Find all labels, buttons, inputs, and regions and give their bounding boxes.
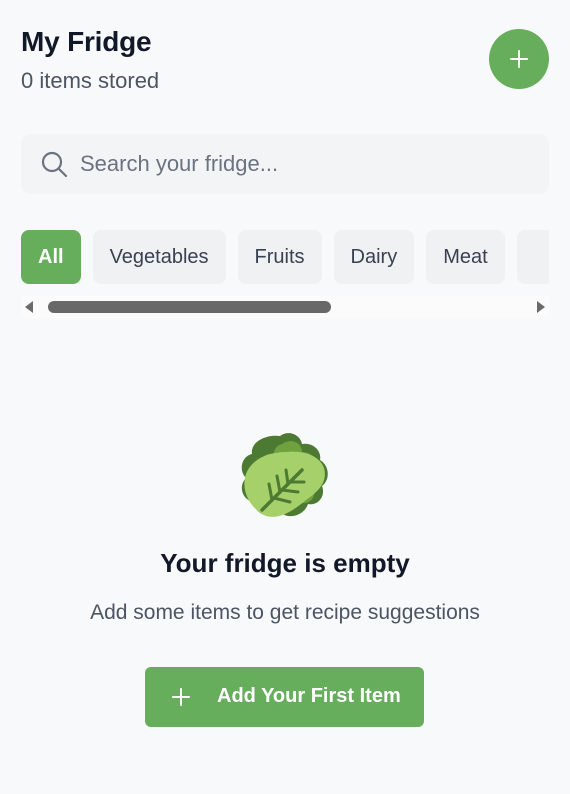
- category-chip-all[interactable]: All: [21, 230, 81, 284]
- add-first-item-label: Add Your First Item: [217, 685, 401, 707]
- category-chip-more[interactable]: [516, 230, 549, 284]
- plus-icon: [172, 688, 190, 706]
- item-count-label: 0 items stored: [21, 68, 160, 93]
- scroll-left-arrow[interactable]: [25, 301, 33, 313]
- empty-state-title: Your fridge is empty: [160, 548, 410, 578]
- plus-icon: [510, 50, 528, 68]
- empty-state-message: Add some items to get recipe suggestions: [90, 601, 480, 624]
- scrollbar-thumb[interactable]: [48, 301, 331, 313]
- category-filter-bar: All Vegetables Fruits Dairy Meat: [21, 230, 549, 286]
- scroll-right-arrow[interactable]: [537, 301, 545, 313]
- category-chip-fruits[interactable]: Fruits: [237, 230, 322, 284]
- leafy-green-icon: [241, 433, 328, 517]
- app-header: My Fridge 0 items stored: [21, 24, 549, 104]
- search-input[interactable]: [80, 144, 530, 184]
- search-icon: [41, 151, 68, 178]
- add-first-item-button[interactable]: Add Your First Item: [145, 667, 424, 727]
- add-item-button[interactable]: [489, 29, 549, 89]
- category-chip-meat[interactable]: Meat: [426, 230, 505, 284]
- page-title: My Fridge: [21, 26, 152, 57]
- category-chip-dairy[interactable]: Dairy: [333, 230, 415, 284]
- category-chip-vegetables[interactable]: Vegetables: [92, 230, 226, 284]
- search-box: [21, 134, 549, 194]
- category-scrollbar[interactable]: [21, 296, 549, 318]
